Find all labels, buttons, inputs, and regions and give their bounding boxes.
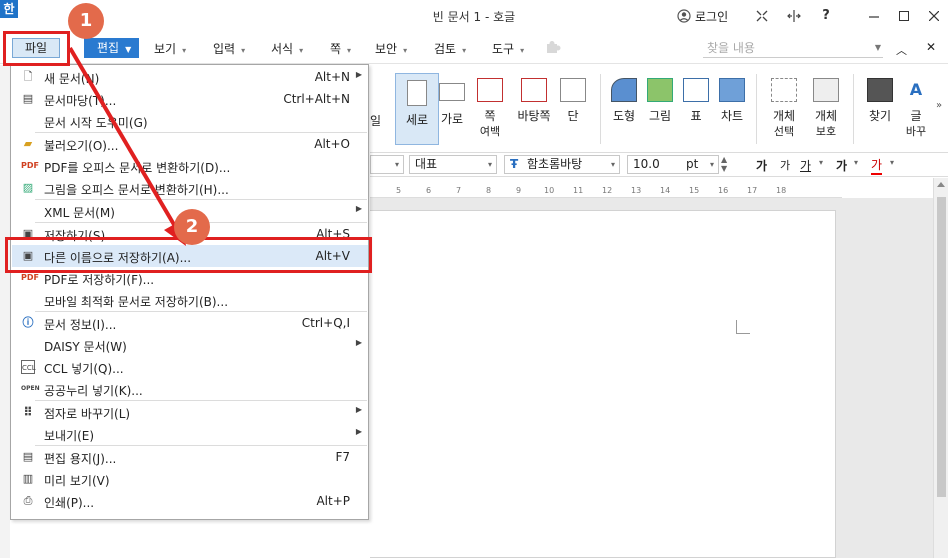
step-badge-2: 2 xyxy=(174,209,210,245)
annotation-arrow xyxy=(68,46,186,246)
step-badge-1: 1 xyxy=(68,3,104,39)
